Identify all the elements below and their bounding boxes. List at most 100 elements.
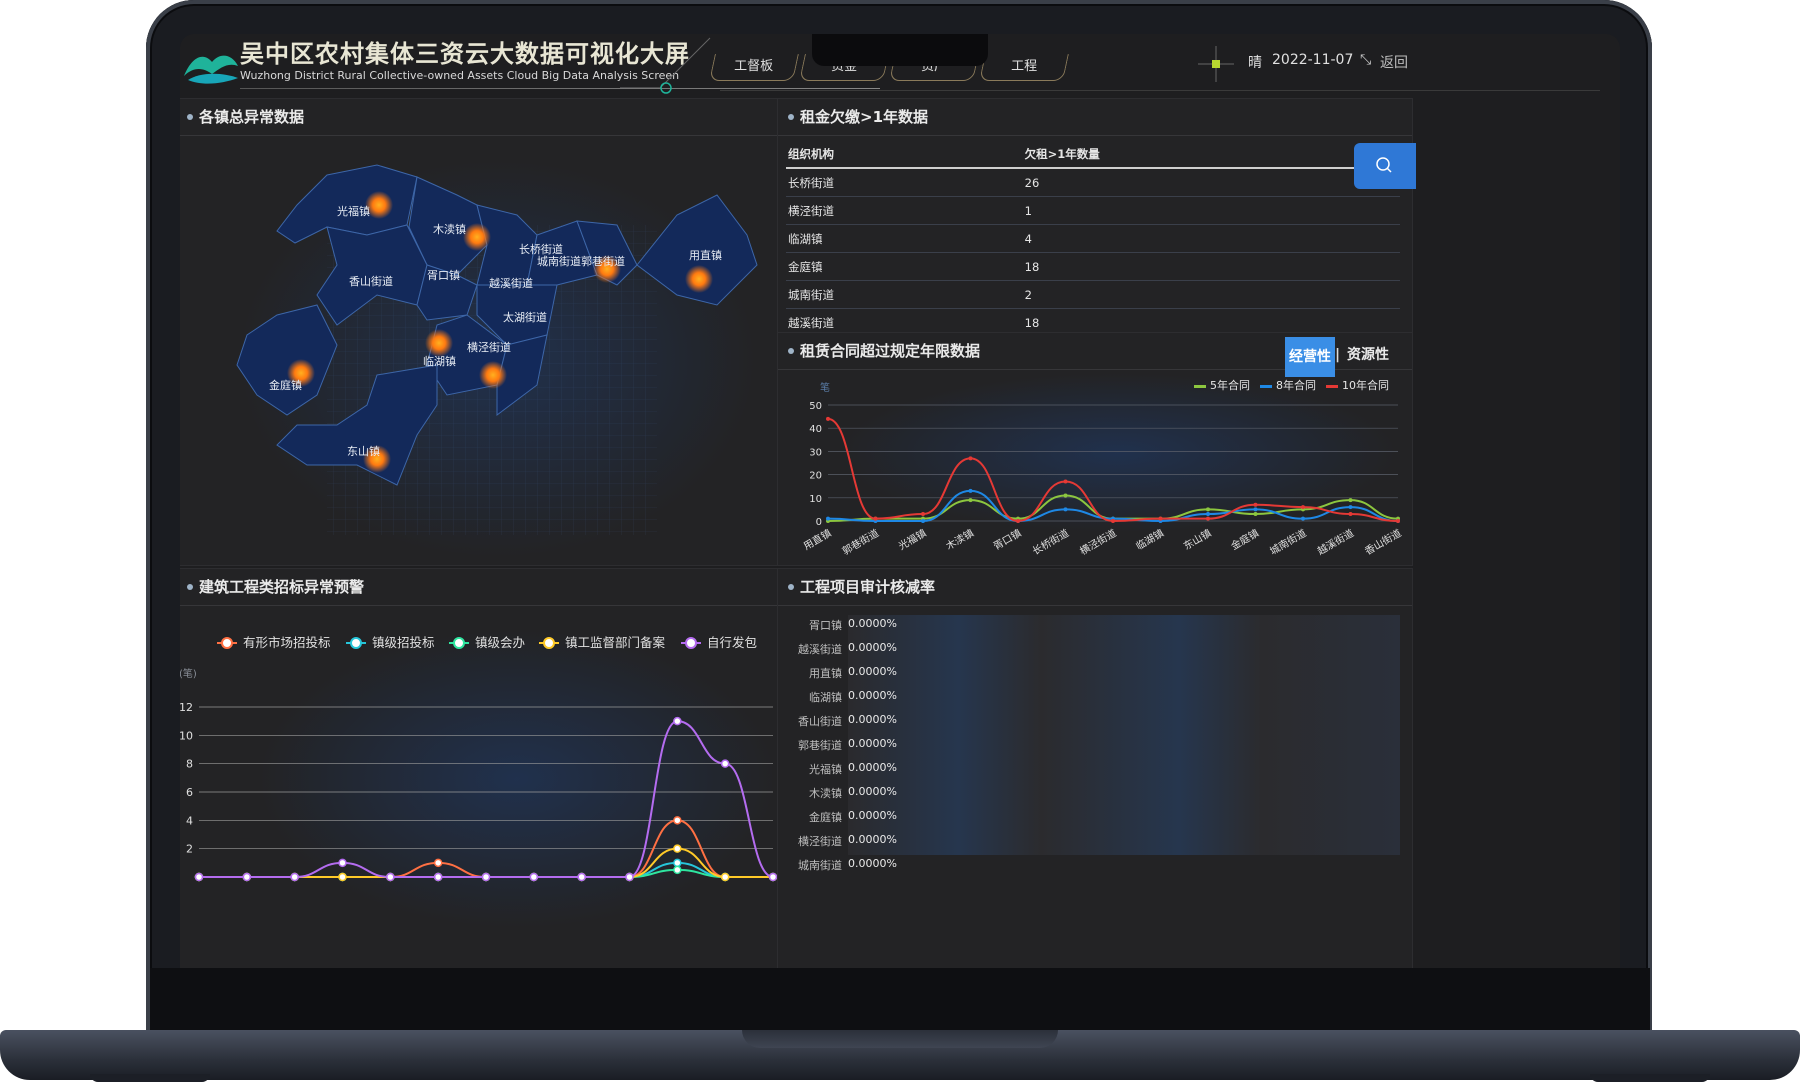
x-tick-label: 城南街道 xyxy=(1267,526,1308,557)
table-row[interactable]: 金庭镇 18 xyxy=(786,252,1400,281)
toggle-resource[interactable]: 资源性 xyxy=(1347,337,1389,373)
rent-panel-title: 租金欠缴>1年数据 xyxy=(778,99,1412,136)
header-rule xyxy=(720,90,1600,91)
legend-item: 镇级招投标 xyxy=(346,635,435,650)
table-cell: 城南街道 xyxy=(786,280,1023,309)
audit-town-label: 木渎镇 xyxy=(809,787,842,800)
table-cell: 长桥街道 xyxy=(786,168,1023,197)
data-point xyxy=(1348,498,1353,503)
data-point xyxy=(968,488,973,493)
svg-text:胥口镇: 胥口镇 xyxy=(427,268,460,282)
data-point xyxy=(673,844,682,853)
data-point xyxy=(826,516,830,521)
audit-rate-value: 0.0000% xyxy=(848,761,897,774)
table-row[interactable]: 城南街道 2 xyxy=(786,280,1400,309)
data-point xyxy=(529,872,539,882)
data-point xyxy=(1206,507,1210,512)
table-cell: 临湖镇 xyxy=(786,224,1023,253)
dashboard-screen: 吴中区农村集体三资云大数据可视化大屏 Wuzhong District Rura… xyxy=(180,34,1620,968)
data-point xyxy=(577,872,586,882)
audit-row: 用直镇 0.0000% xyxy=(788,665,988,681)
audit-row: 临湖镇 0.0000% xyxy=(788,689,988,705)
data-point xyxy=(673,858,682,868)
y-tick-label: 50 xyxy=(809,401,822,412)
data-point xyxy=(1206,516,1210,521)
audit-rate-value: 0.0000% xyxy=(848,641,897,654)
data-point xyxy=(968,456,973,461)
tab-projects[interactable]: 工程 xyxy=(979,54,1069,81)
data-point xyxy=(1063,493,1068,498)
lease-panel: 租赁合同超过规定年限数据 经营性 | 资源性 5年合同 8年合同 10年合同 笔… xyxy=(777,332,1413,566)
map-label: 光福镇 xyxy=(337,204,370,218)
header-underline xyxy=(240,88,880,89)
data-point xyxy=(290,872,299,882)
data-point xyxy=(1348,512,1353,517)
legend-label: 镇级招投标 xyxy=(372,635,435,650)
legend-marker xyxy=(350,637,362,649)
data-point xyxy=(1253,507,1258,512)
audit-rate-value: 0.0000% xyxy=(848,665,897,678)
table-cell: 2 xyxy=(1022,280,1400,309)
data-point xyxy=(1348,505,1353,510)
table-row[interactable]: 临湖镇 4 xyxy=(786,224,1400,253)
title-dot-icon xyxy=(187,114,193,120)
x-tick-label: 横泾街道 xyxy=(1077,526,1118,557)
svg-text:东山镇: 东山镇 xyxy=(347,444,380,458)
laptop-foot-right xyxy=(1590,1074,1710,1082)
title-dot-icon xyxy=(788,584,794,590)
sun-icon xyxy=(1198,46,1234,82)
table-cell: 横泾街道 xyxy=(786,196,1023,225)
data-point xyxy=(338,872,347,882)
data-point xyxy=(768,872,778,882)
audit-panel-title: 工程项目审计核减率 xyxy=(778,569,1412,606)
legend-marker xyxy=(685,637,697,649)
search-button[interactable] xyxy=(1354,143,1416,189)
tender-chart: 有形市场招投标 镇级招投标 镇级会办 镇工监督部门备案 自行发包 (笔) 2 4 6 8 10 12 xyxy=(180,635,778,882)
audit-row: 胥口镇 0.0000% xyxy=(788,617,988,633)
svg-text:越溪街道: 越溪街道 xyxy=(489,276,533,290)
legend-label: 镇工监督部门备案 xyxy=(565,635,666,650)
tab-dashboard[interactable]: 工督板 xyxy=(709,54,799,81)
audit-row: 城南街道 0.0000% xyxy=(788,857,988,873)
svg-text:横泾街道: 横泾街道 xyxy=(467,340,511,354)
back-link[interactable]: 返回 xyxy=(1380,52,1408,72)
audit-rate-value: 0.0000% xyxy=(848,809,897,822)
svg-text:临湖镇: 临湖镇 xyxy=(423,354,456,368)
x-tick-label: 金庭镇 xyxy=(1229,526,1261,552)
column-header: 欠租>1年数量 xyxy=(1022,141,1400,169)
tender-panel-title: 建筑工程类招标异常预警 xyxy=(180,569,790,606)
table-row[interactable]: 长桥街道 26 xyxy=(786,168,1400,197)
rent-arrears-panel: 租金欠缴>1年数据 组织机构 欠租>1年数量 长桥街道 26 横泾街道 1 临湖镇 4… xyxy=(777,98,1413,337)
audit-panel: 工程项目审计核减率 胥口镇 0.0000% 越溪街道 0.0000% 用直镇 0.0000… xyxy=(777,568,1413,968)
data-point xyxy=(1158,516,1163,521)
data-point xyxy=(1301,516,1305,521)
y-tick-label: 6 xyxy=(186,786,193,799)
data-point xyxy=(194,872,204,882)
data-point xyxy=(1301,505,1305,510)
table-row[interactable]: 横泾街道 1 xyxy=(786,196,1400,225)
data-point xyxy=(433,872,443,882)
fullscreen-icon[interactable]: ⤡ xyxy=(1360,52,1371,68)
data-point xyxy=(1111,519,1115,523)
audit-town-label: 胥口镇 xyxy=(809,619,842,632)
legend-marker xyxy=(221,637,233,649)
audit-town-label: 横泾街道 xyxy=(798,835,842,848)
svg-text:城南街道: 城南街道 xyxy=(537,254,581,268)
data-point xyxy=(673,865,682,875)
svg-text:木渎镇: 木渎镇 xyxy=(433,222,466,236)
audit-rate-value: 0.0000% xyxy=(848,713,897,726)
x-tick-label: 用直镇 xyxy=(801,526,833,552)
legend-marker xyxy=(453,637,465,649)
x-tick-label: 郭巷街道 xyxy=(840,526,881,557)
weather-text: 晴 xyxy=(1248,55,1262,71)
audit-town-label: 越溪街道 xyxy=(798,643,842,656)
y-tick-label: 12 xyxy=(180,701,193,714)
table-cell: 金庭镇 xyxy=(786,252,1023,281)
audit-row: 横泾街道 0.0000% xyxy=(788,833,988,849)
legend-item: 镇工监督部门备案 xyxy=(539,635,666,650)
page-subtitle: Wuzhong District Rural Collective-owned … xyxy=(240,69,680,82)
title-dot-icon xyxy=(788,348,794,354)
laptop-foot-left xyxy=(90,1074,210,1082)
search-icon xyxy=(1376,157,1392,173)
x-tick-label: 光福镇 xyxy=(896,526,928,552)
